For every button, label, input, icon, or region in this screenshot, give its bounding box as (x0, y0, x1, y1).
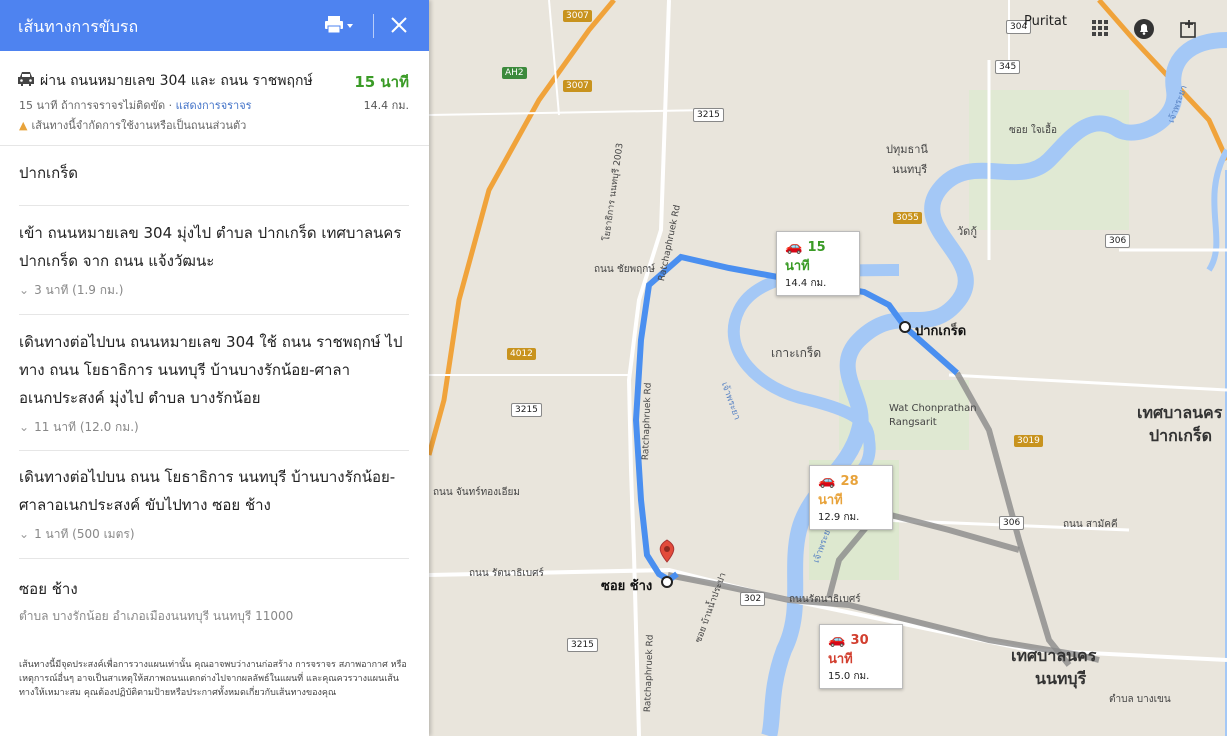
show-traffic-link[interactable]: แสดงการจราจร (176, 99, 252, 112)
chevron-down-icon[interactable]: ⌄ (19, 527, 29, 541)
route-box-primary[interactable]: 🚗 15 นาที 14.4 กม. (776, 231, 860, 296)
header-divider (373, 14, 374, 38)
road-chankrong: ถนน จันทร์ทองเอียม (433, 487, 520, 498)
step-duration: 3 นาที (1.9 กม.) (34, 283, 124, 297)
route-summary[interactable]: ผ่าน ถนนหมายเลข 304 และ ถนน ราชพฤกษ์ 15 … (0, 51, 429, 146)
route-box-distance: 12.9 กม. (818, 512, 860, 523)
road-ratanathibet: ถนน รัตนาธิเบศร์ (469, 568, 544, 579)
road-shield: 3215 (511, 403, 542, 417)
road-ratanathibet-2: ถนนรัตนาธิเบศร์ (789, 594, 861, 605)
route-time: 15 นาที (354, 73, 409, 91)
road-shield: 3007 (563, 10, 592, 22)
destination[interactable]: ซอย ช้าง ตำบล บางรักน้อย อำเภอเมืองนนทบุ… (19, 559, 409, 629)
place-watku: วัดกู้ (957, 225, 977, 238)
warning-icon: ▲ (19, 119, 28, 132)
step-1[interactable]: เข้า ถนนหมายเลข 304 มุ่งไป ตำบล ปากเกร็ด… (19, 206, 409, 315)
place-bangkhen: ตำบล บางเขน (1109, 694, 1171, 705)
place-jaeng: ซอย ใจเอื้อ (1009, 125, 1058, 136)
restriction-warning: ▲ เส้นทางนี้จำกัดการใช้งานหรือเป็นถนนส่วน… (19, 116, 246, 134)
step-text: เดินทางต่อไปบน ถนน โยธาธิการ นนทบุรี บ้า… (19, 468, 396, 514)
chevron-down-icon[interactable]: ⌄ (19, 420, 29, 434)
car-icon (17, 71, 35, 91)
car-icon: 🚗 (828, 632, 846, 648)
traffic-info: 15 นาที ถ้าการจราจรไม่ติดขัด · แสดงการจร… (19, 96, 252, 114)
place-tesaban-pakkret-1[interactable]: เทศบาลนคร (1137, 401, 1222, 426)
step-meta: ⌄ 1 นาที (500 เมตร) (19, 525, 409, 544)
place-nonthaburi: นนทบุรี (892, 163, 928, 176)
place-pakkret[interactable]: ปากเกร็ด (915, 320, 966, 341)
place-pathum: ปทุมธานี (886, 143, 928, 156)
directions-panel: เส้นทางการขับรถ ผ่าน ถนนหมายเลข 304 และ … (0, 0, 429, 736)
map-canvas[interactable]: ปากเกร็ด ซอย ช้าง เกาะเกร็ด Wat Chonprat… (429, 0, 1227, 736)
route-distance: 14.4 กม. (363, 99, 409, 112)
route-box-alt-1[interactable]: 🚗 28 นาที 12.9 กม. (809, 465, 893, 530)
chevron-down-icon[interactable]: ⌄ (19, 283, 29, 297)
print-icon[interactable] (324, 14, 353, 36)
car-icon: 🚗 (785, 239, 803, 255)
road-shield: 306 (1105, 234, 1131, 248)
close-icon[interactable] (386, 12, 412, 38)
route-box-alt-2[interactable]: 🚗 30 นาที 15.0 กม. (819, 624, 903, 689)
destination-name: ซอย ช้าง (19, 580, 78, 598)
place-tesaban-pakkret-2[interactable]: ปากเกร็ด (1149, 424, 1212, 449)
road-shield: 3007 (563, 80, 592, 92)
road-shield: 3215 (693, 108, 724, 122)
road-shield: AH2 (502, 67, 527, 79)
road-samakkhi: ถนน สามัคคี (1063, 519, 1118, 530)
step-duration: 11 นาที (12.0 กม.) (34, 420, 139, 434)
step-meta: ⌄ 3 นาที (1.9 กม.) (19, 281, 409, 300)
start-label: ปากเกร็ด (19, 164, 79, 182)
panel-header: เส้นทางการขับรถ (0, 0, 429, 51)
route-box-distance: 15.0 กม. (828, 671, 870, 682)
user-name[interactable]: Puritat (1024, 14, 1067, 29)
step-2[interactable]: เดินทางต่อไปบน ถนนหมายเลข 304 ใช้ ถนน รา… (19, 315, 409, 451)
destination-address: ตำบล บางรักน้อย อำเภอเมืองนนทบุรี นนทบุร… (19, 609, 294, 623)
road-chaipruek: ถนน ชัยพฤกษ์ (594, 264, 655, 275)
route-via: ผ่าน ถนนหมายเลข 304 และ ถนน ราชพฤกษ์ (40, 73, 313, 89)
step-text: เดินทางต่อไปบน ถนนหมายเลข 304 ใช้ ถนน รา… (19, 333, 403, 407)
step-text: เข้า ถนนหมายเลข 304 มุ่งไป ตำบล ปากเกร็ด… (19, 224, 402, 270)
road-shield: 3055 (893, 212, 922, 224)
disclaimer: เส้นทางนี้มีจุดประสงค์เพื่อการวางแผนเท่า… (19, 660, 407, 698)
place-koh-kret[interactable]: เกาะเกร็ด (771, 344, 821, 363)
road-shield: 345 (995, 60, 1021, 74)
road-shield: 3019 (1014, 435, 1043, 447)
place-wat[interactable]: Wat Chonprathan Rangsarit (889, 402, 979, 430)
road-shield: 302 (740, 592, 766, 606)
start-point[interactable]: ปากเกร็ด (19, 147, 409, 206)
road-shield: 306 (999, 516, 1025, 530)
road-shield: 3215 (567, 638, 598, 652)
road-shield: 4012 (507, 348, 536, 360)
place-soi-chang[interactable]: ซอย ช้าง (601, 575, 652, 596)
step-3[interactable]: เดินทางต่อไปบน ถนน โยธาธิการ นนทบุรี บ้า… (19, 451, 409, 559)
step-duration: 1 นาที (500 เมตร) (34, 527, 135, 541)
warning-text: เส้นทางนี้จำกัดการใช้งานหรือเป็นถนนส่วนต… (31, 119, 247, 132)
place-tesaban-nonthaburi-2[interactable]: นนทบุรี (1035, 667, 1086, 692)
step-meta: ⌄ 11 นาที (12.0 กม.) (19, 418, 409, 437)
car-icon: 🚗 (818, 473, 836, 489)
panel-title: เส้นทางการขับรถ (18, 17, 139, 36)
route-box-distance: 14.4 กม. (785, 278, 827, 289)
place-tesaban-nonthaburi-1[interactable]: เทศบาลนคร (1011, 644, 1096, 669)
traffic-text: 15 นาที ถ้าการจราจรไม่ติดขัด · (19, 99, 176, 112)
